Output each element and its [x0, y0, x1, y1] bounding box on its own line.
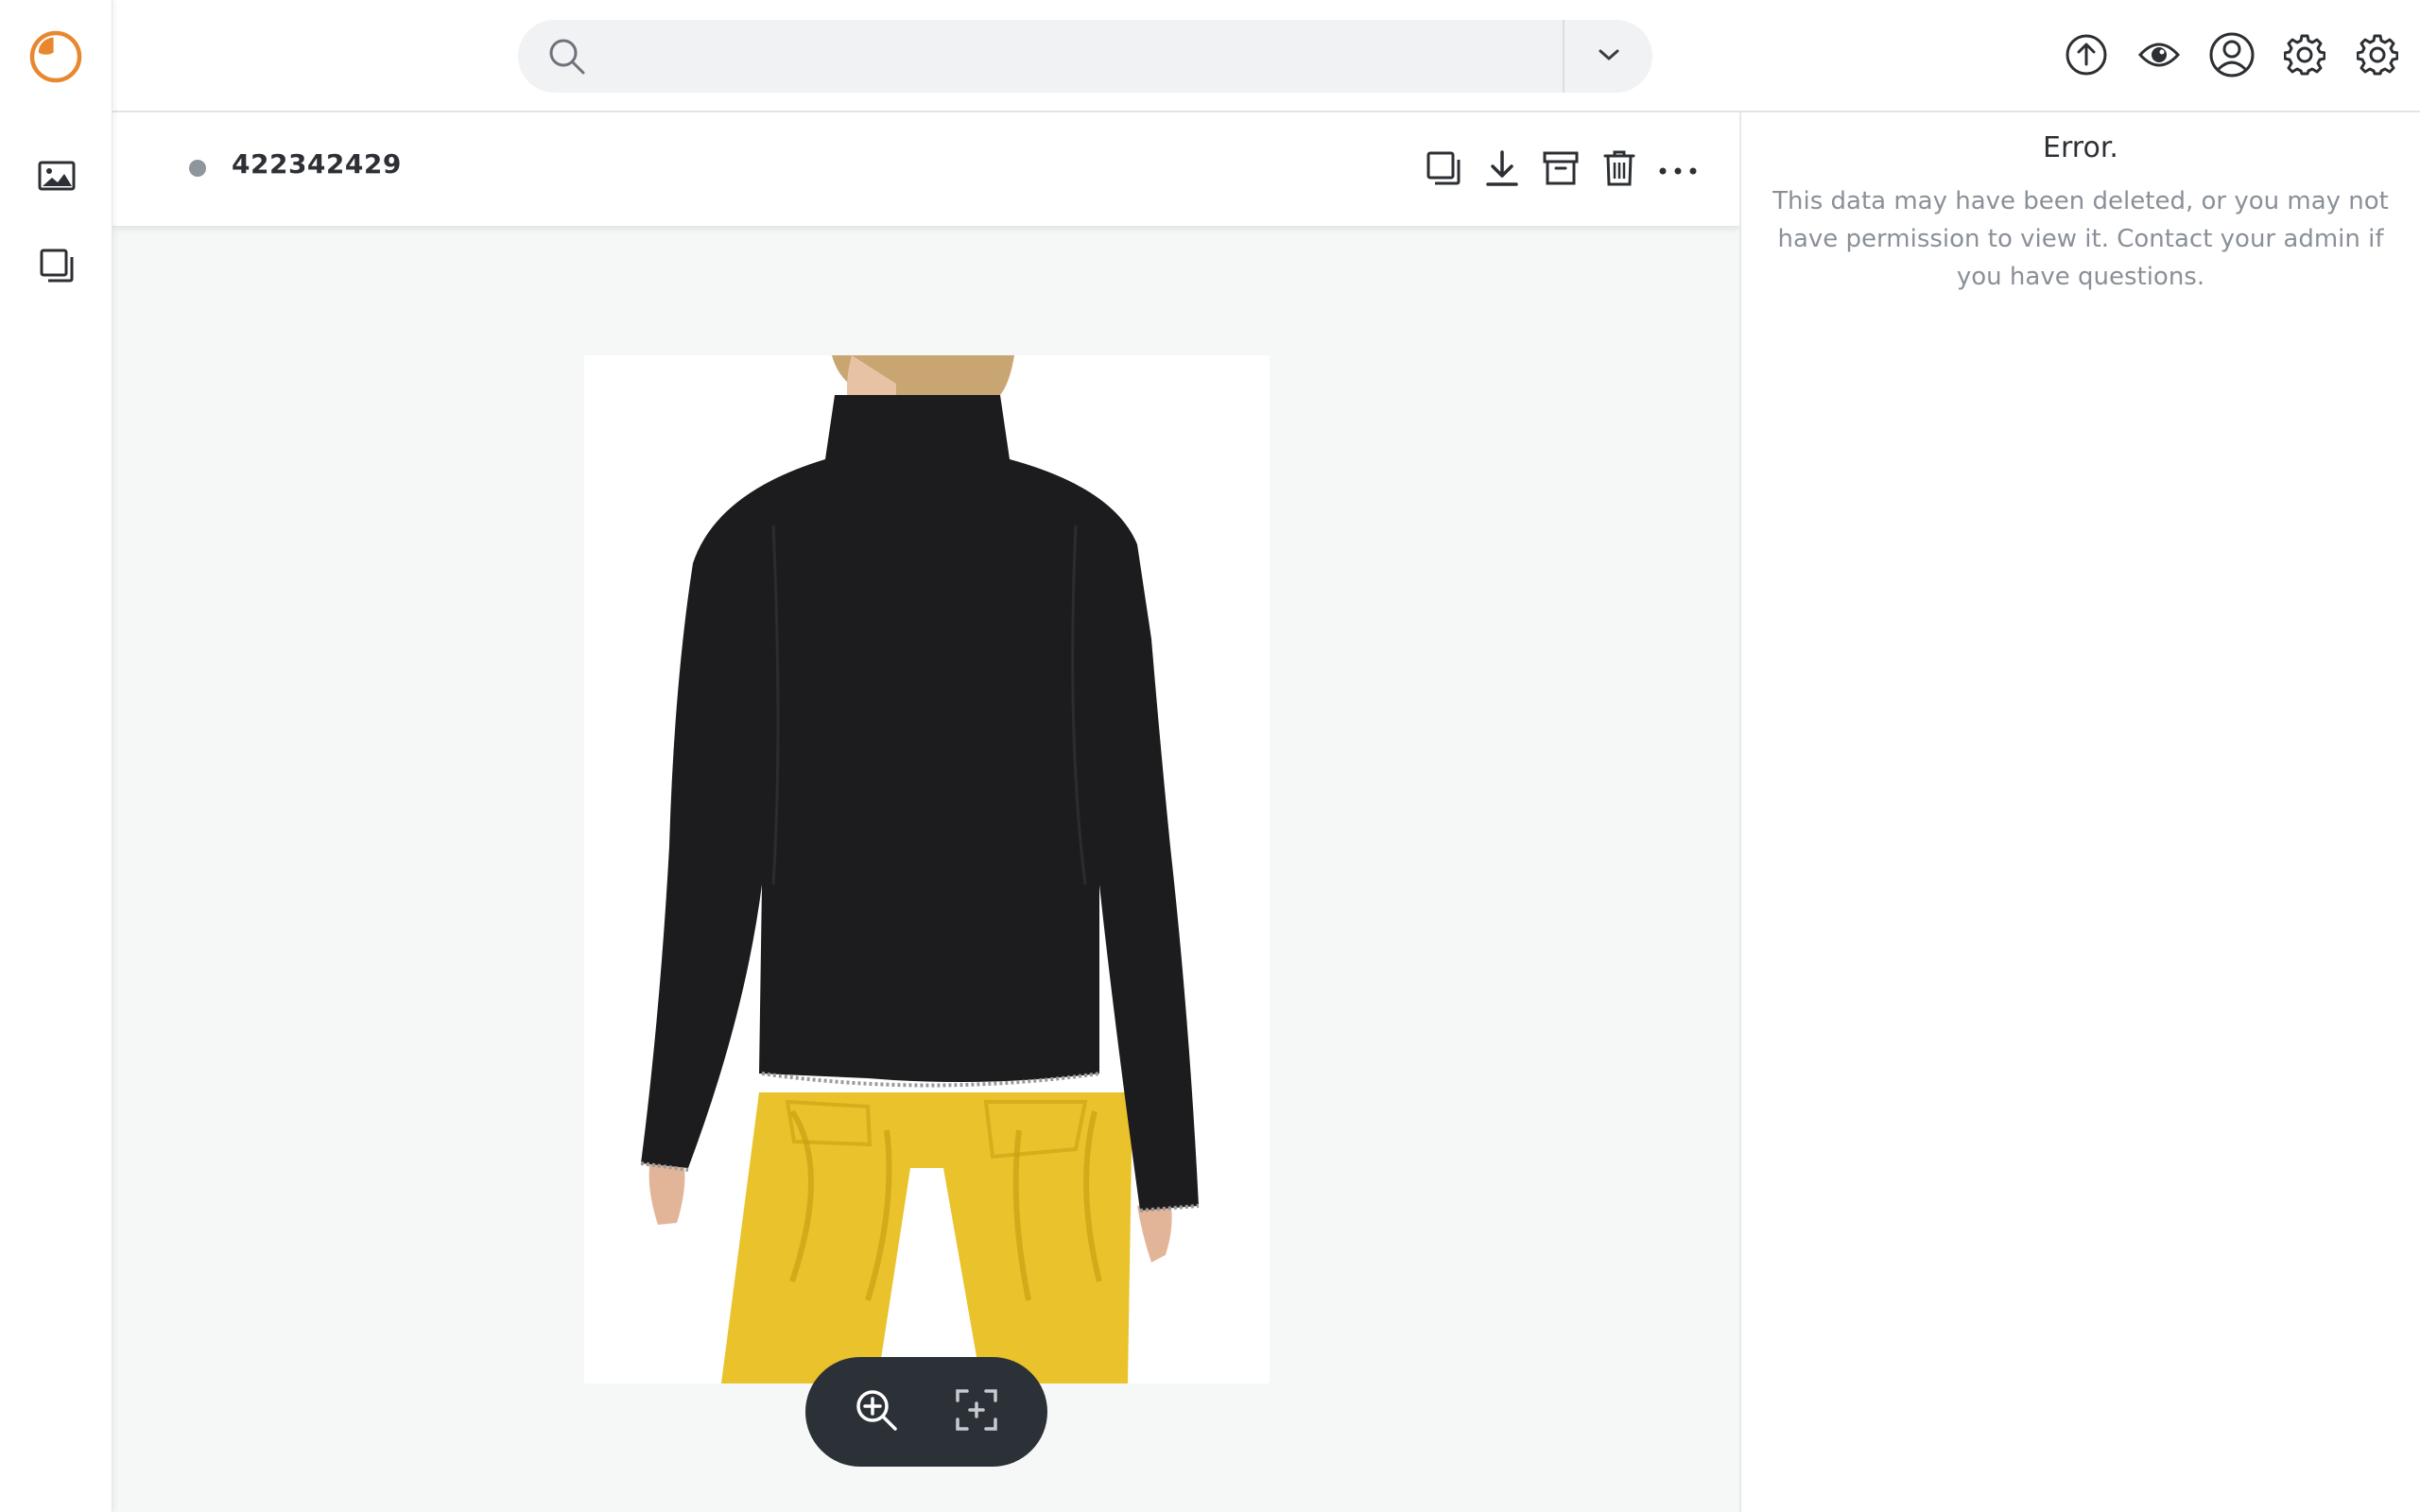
images-icon: [38, 161, 76, 195]
rail-item-images[interactable]: [32, 153, 81, 202]
asset-id: 422342429: [232, 148, 402, 180]
zoom-in-icon: [854, 1387, 899, 1436]
account-icon: [2208, 31, 2256, 82]
asset-header: 422342429: [112, 112, 1739, 227]
zoom-in-button[interactable]: [850, 1385, 903, 1438]
top-bar: [112, 0, 2420, 112]
fit-to-screen-button[interactable]: [950, 1385, 1003, 1438]
search-bar: [518, 20, 1652, 93]
top-toolbar: [2061, 23, 2420, 91]
admin-settings-icon: [2356, 34, 2399, 79]
admin-settings-button[interactable]: [2352, 31, 2403, 82]
asset-viewer: 422342429: [112, 112, 1739, 1512]
app-logo-icon[interactable]: [27, 28, 84, 85]
download-button[interactable]: [1478, 146, 1526, 194]
fit-to-screen-icon: [955, 1388, 998, 1435]
settings-icon: [2283, 34, 2326, 79]
account-button[interactable]: [2206, 31, 2257, 82]
archive-icon: [1543, 150, 1579, 190]
upload-button[interactable]: [2061, 31, 2112, 82]
trash-icon: [1603, 149, 1635, 191]
more-icon: [1658, 162, 1698, 180]
copy-icon: [1426, 150, 1461, 190]
left-rail: [0, 0, 112, 1512]
more-button[interactable]: [1654, 146, 1702, 194]
asset-image[interactable]: [584, 355, 1270, 1383]
eye-icon: [2137, 40, 2181, 74]
asset-actions: [1409, 143, 1702, 198]
search-options-dropdown[interactable]: [1564, 20, 1652, 93]
search-input[interactable]: [588, 20, 1563, 93]
zoom-controls: [805, 1357, 1047, 1467]
collections-icon: [39, 248, 75, 287]
copy-button[interactable]: [1420, 146, 1467, 194]
upload-icon: [2065, 33, 2108, 80]
watch-button[interactable]: [2134, 31, 2185, 82]
rail-item-collections[interactable]: [32, 243, 81, 292]
error-message: This data may have been deleted, or you …: [1772, 187, 2389, 291]
status-indicator: [189, 160, 206, 177]
search-icon[interactable]: [546, 36, 588, 77]
details-panel: Error. This data may have been deleted, …: [1739, 112, 2420, 1512]
delete-button[interactable]: [1596, 146, 1643, 194]
error-title: Error.: [2043, 131, 2118, 164]
settings-button[interactable]: [2279, 31, 2330, 82]
chevron-down-icon: [1598, 47, 1620, 65]
archive-button[interactable]: [1537, 146, 1584, 194]
download-icon: [1485, 149, 1519, 191]
